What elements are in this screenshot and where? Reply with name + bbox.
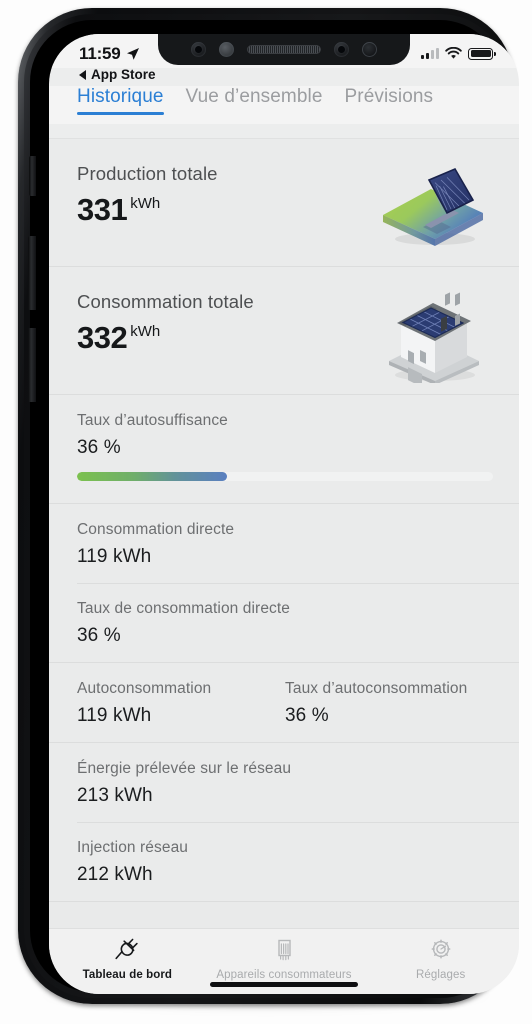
card-production-totale[interactable]: Production totale 331 kWh — [49, 139, 519, 267]
autoconsommation-column: Autoconsommation 119 kWh — [77, 680, 285, 727]
consommation-unit: kWh — [130, 323, 161, 340]
screenshot-stage: 11:59 App Store Historique Vue d’ensembl… — [0, 0, 532, 1024]
silent-switch-button[interactable] — [29, 156, 36, 196]
row-energie-prelevee: Énergie prélevée sur le réseau 213 kWh — [49, 743, 519, 822]
wifi-icon — [445, 47, 462, 59]
bottom-tab-reglages-label: Réglages — [415, 969, 466, 981]
taux-autoconsommation-value: 36 % — [285, 705, 329, 726]
home-indicator[interactable] — [210, 982, 358, 987]
dot-projector-icon — [362, 42, 377, 57]
row-autoconsommation-pair: Autoconsommation 119 kWh Taux d’autocons… — [49, 663, 519, 742]
top-tab-bar: Historique Vue d’ensemble Prévisions — [49, 86, 519, 124]
tab-vue-densemble-label: Vue d’ensemble — [185, 86, 323, 107]
taux-consommation-directe-label: Taux de consommation directe — [77, 600, 291, 617]
card-reseau[interactable]: Énergie prélevée sur le réseau 213 kWh I… — [49, 743, 519, 902]
injection-reseau-label: Injection réseau — [77, 839, 189, 856]
consommation-value-group: 332 kWh — [77, 322, 254, 353]
consommation-text-group: Consommation totale 332 kWh — [77, 289, 254, 353]
dashboard-content[interactable]: Production totale 331 kWh Consommation t… — [49, 125, 519, 928]
row-taux-autosuffisance: Taux d’autosuffisance 36 % — [49, 395, 519, 503]
volume-up-button[interactable] — [28, 236, 36, 310]
taux-autosuffisance-label: Taux d’autosuffisance — [77, 412, 228, 429]
production-text-group: Production totale 331 kWh — [77, 161, 218, 225]
consommation-value: 332 — [77, 320, 128, 355]
bottom-tab-reglages[interactable]: Réglages — [362, 937, 519, 981]
tab-previsions[interactable]: Prévisions — [345, 86, 434, 115]
self-sufficiency-progress-bar — [77, 472, 493, 481]
cellular-signal-icon — [421, 48, 439, 59]
earpiece-speaker — [247, 45, 321, 54]
status-indicators — [421, 47, 496, 60]
back-to-app-store-link[interactable]: App Store — [79, 67, 156, 82]
row-injection-reseau: Injection réseau 212 kWh — [49, 822, 519, 901]
tab-historique-label: Historique — [77, 86, 164, 107]
phone-screen: 11:59 App Store Historique Vue d’ensembl… — [49, 34, 519, 994]
content-top-gap — [49, 125, 519, 139]
phone-device-frame: 11:59 App Store Historique Vue d’ensembl… — [18, 8, 519, 1004]
appliance-icon — [278, 939, 291, 961]
injection-reseau-value: 212 kWh — [77, 864, 153, 885]
autoconsommation-value: 119 kWh — [77, 705, 152, 726]
consommation-directe-value: 119 kWh — [77, 546, 152, 567]
location-arrow-icon — [126, 47, 139, 60]
bottom-tab-tableau-de-bord-label: Tableau de bord — [82, 969, 173, 981]
tab-vue-densemble[interactable]: Vue d’ensemble — [186, 86, 323, 115]
house-with-solar-icon — [379, 291, 487, 388]
production-unit: kWh — [130, 195, 161, 212]
self-sufficiency-progress-fill — [77, 472, 227, 481]
production-label: Production totale — [77, 163, 218, 184]
production-value: 331 — [77, 192, 128, 227]
consommation-directe-label: Consommation directe — [77, 521, 235, 538]
battery-icon — [468, 47, 496, 60]
row-taux-consommation-directe: Taux de consommation directe 36 % — [49, 583, 519, 662]
bottom-tab-tableau-de-bord[interactable]: Tableau de bord — [49, 937, 206, 981]
volume-down-button[interactable] — [28, 328, 36, 402]
card-taux-autosuffisance[interactable]: Taux d’autosuffisance 36 % — [49, 395, 519, 504]
taux-consommation-directe-value: 36 % — [77, 625, 121, 646]
device-notch — [158, 34, 410, 65]
taux-autosuffisance-value: 36 % — [77, 437, 121, 458]
bottom-tab-appareils-consommateurs-label: Appareils consommateurs — [216, 969, 352, 981]
status-time-group: 11:59 — [79, 44, 140, 64]
back-link-label: App Store — [91, 67, 156, 82]
back-caret-icon — [79, 69, 86, 80]
front-camera-icon — [334, 42, 349, 57]
tab-historique[interactable]: Historique — [77, 86, 164, 115]
taux-autoconsommation-column: Taux d’autoconsommation 36 % — [285, 680, 493, 727]
power-plug-icon — [115, 938, 139, 960]
energie-prelevee-label: Énergie prélevée sur le réseau — [77, 760, 292, 777]
consommation-label: Consommation totale — [77, 291, 254, 312]
bottom-tab-appareils-consommateurs[interactable]: Appareils consommateurs — [206, 937, 363, 981]
row-consommation-directe: Consommation directe 119 kWh — [49, 504, 519, 583]
production-value-group: 331 kWh — [77, 194, 218, 225]
taux-autoconsommation-label: Taux d’autoconsommation — [285, 680, 468, 697]
card-consommation-totale[interactable]: Consommation totale 332 kWh — [49, 267, 519, 395]
card-autoconsommation[interactable]: Autoconsommation 119 kWh Taux d’autocons… — [49, 663, 519, 743]
card-consommation-directe[interactable]: Consommation directe 119 kWh Taux de con… — [49, 504, 519, 663]
front-sensor-icon — [191, 42, 206, 57]
gear-icon — [431, 939, 451, 959]
energie-prelevee-value: 213 kWh — [77, 785, 153, 806]
proximity-sensor-icon — [219, 42, 234, 57]
status-time: 11:59 — [79, 43, 121, 63]
solar-panel-icon — [379, 163, 487, 252]
tab-previsions-label: Prévisions — [344, 86, 434, 107]
autoconsommation-label: Autoconsommation — [77, 680, 212, 697]
